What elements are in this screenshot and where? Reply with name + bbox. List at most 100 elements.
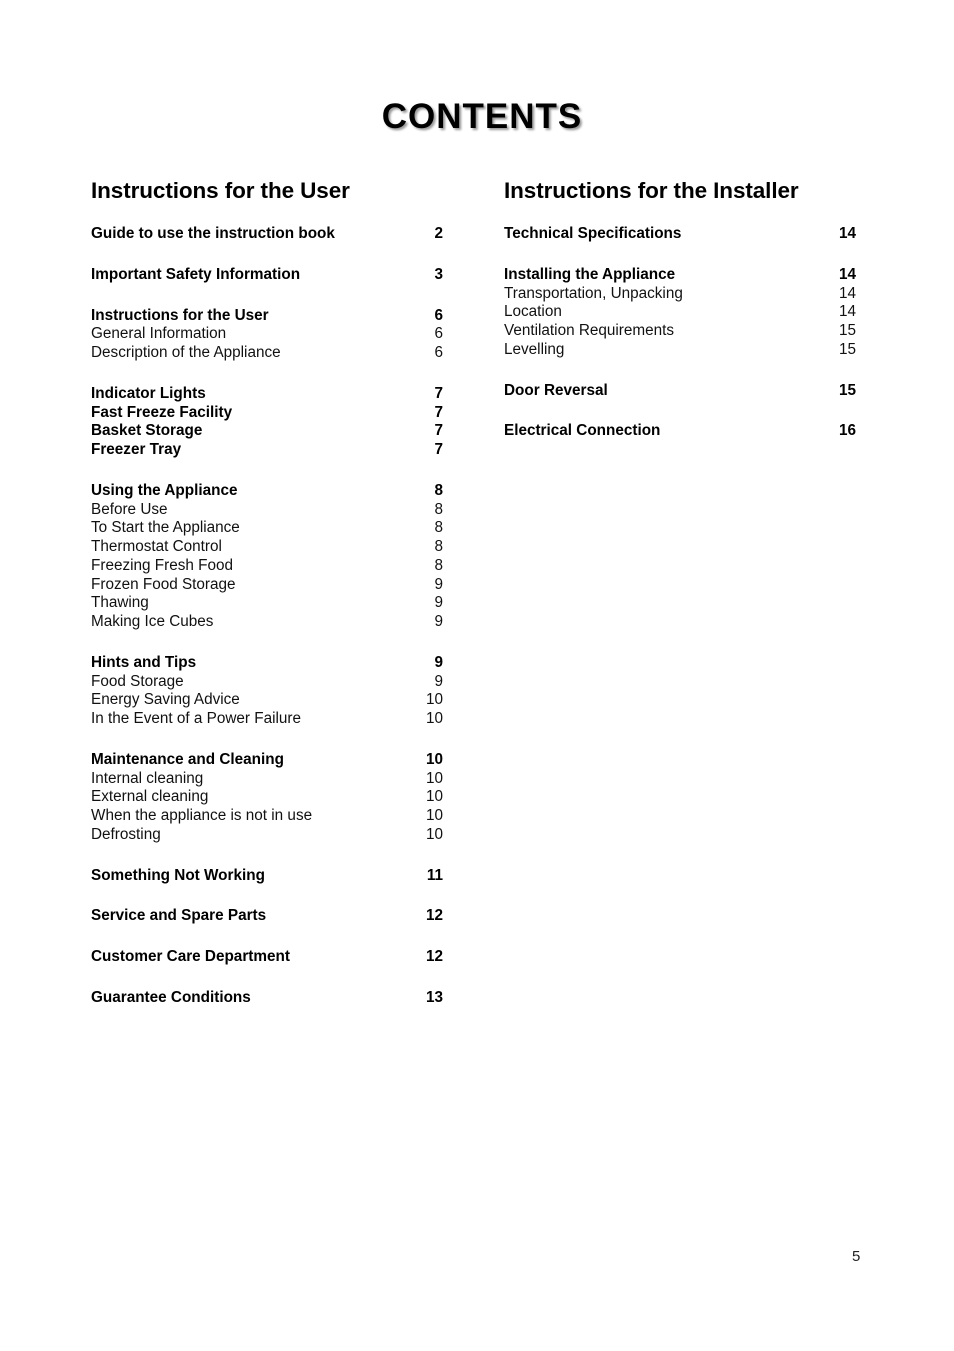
toc-entry-page: 7	[434, 384, 443, 402]
toc-section-entry[interactable]: Electrical Connection 16	[504, 422, 856, 441]
toc-entry-label: Electrical Connection	[504, 422, 661, 440]
toc-section-entry[interactable]: Fast Freeze Facility 7	[91, 404, 443, 423]
toc-entry-page: 16	[838, 422, 856, 440]
toc-subsection-entry[interactable]: Making Ice Cubes 9	[91, 613, 443, 632]
toc-subsection-entry[interactable]: Thawing 9	[91, 594, 443, 613]
toc-entry-page: 9	[434, 594, 443, 612]
toc-group: Guide to use the instruction book 2	[91, 225, 443, 244]
toc-entry-page: 15	[838, 381, 856, 399]
toc-subsection-entry[interactable]: Defrosting 10	[91, 826, 443, 845]
toc-entry-page: 6	[434, 344, 443, 361]
toc-entry-label: Description of the Appliance	[91, 344, 281, 361]
toc-subsection-entry[interactable]: Frozen Food Storage 9	[91, 576, 443, 595]
toc-section-entry[interactable]: Technical Specifications 14	[504, 225, 856, 244]
toc-section-entry[interactable]: Guarantee Conditions 13	[91, 989, 443, 1008]
toc-subsection-entry[interactable]: Levelling 15	[504, 341, 856, 360]
toc-entry-label: Energy Saving Advice	[91, 691, 240, 709]
toc-subsection-entry[interactable]: Before Use 8	[91, 501, 443, 520]
toc-entry-label: Thawing	[91, 594, 149, 612]
toc-entry-page: 15	[838, 322, 856, 339]
toc-entry-page: 10	[425, 750, 443, 768]
toc-entry-page: 10	[425, 825, 443, 843]
toc-entry-label: Levelling	[504, 340, 565, 358]
toc-entry-label: Frozen Food Storage	[91, 575, 236, 593]
toc-subsection-entry[interactable]: Food Storage 9	[91, 673, 443, 692]
toc-entry-label: Ventilation Requirements	[504, 322, 675, 339]
toc-entry-page: 7	[434, 441, 443, 458]
toc-entry-page: 15	[838, 340, 856, 358]
toc-entry-page: 8	[434, 538, 443, 555]
toc-section-entry[interactable]: Basket Storage 7	[91, 422, 443, 441]
toc-entry-label: Guarantee Conditions	[91, 988, 251, 1006]
toc-subsection-entry[interactable]: Location 14	[504, 303, 856, 322]
toc-group: Customer Care Department 12	[91, 948, 443, 967]
toc-entry-page: 6	[434, 306, 443, 324]
toc-section-entry[interactable]: Guide to use the instruction book 2	[91, 225, 443, 244]
toc-subsection-entry[interactable]: Freezing Fresh Food 8	[91, 557, 443, 576]
toc-entry-label: Location	[504, 303, 562, 321]
toc-section-entry[interactable]: Customer Care Department 12	[91, 948, 443, 967]
toc-entry-page: 2	[434, 225, 443, 242]
toc-group: Instructions for the User 6 General Inform…	[91, 307, 443, 363]
toc-section-entry[interactable]: Hints and Tips 9	[91, 654, 443, 673]
toc-entry-page: 13	[425, 988, 443, 1006]
toc-section-entry[interactable]: Using the Appliance 8	[91, 482, 443, 501]
page-title: CONTENTS	[381, 97, 583, 136]
toc-group: Door Reversal 15	[504, 382, 856, 401]
toc-section-entry[interactable]: Maintenance and Cleaning 10	[91, 751, 443, 770]
toc-entry-label: Basket Storage	[91, 422, 203, 440]
toc-subsection-entry[interactable]: External cleaning 10	[91, 788, 443, 807]
column-heading: Instructions for the User	[91, 178, 350, 203]
toc-group: Maintenance and Cleaning 10 Internal clean…	[91, 751, 443, 845]
toc-subsection-entry[interactable]: Transportation, Unpacking 14	[504, 285, 856, 304]
toc-subsection-entry[interactable]: Description of the Appliance 6	[91, 344, 443, 363]
toc-section-entry[interactable]: Instructions for the User 6	[91, 307, 443, 326]
toc-subsection-entry[interactable]: In the Event of a Power Failure 10	[91, 710, 443, 729]
toc-group: Hints and Tips 9 Food Storage 9 Energy Savin…	[91, 654, 443, 729]
toc-entry-label: Something Not Working	[91, 866, 265, 884]
toc-group: Using the Appliance 8 Before Use 8 To Start …	[91, 482, 443, 632]
toc-entry-label: Hints and Tips	[91, 653, 197, 671]
user-instructions-column: Instructions for the User Guide to use t…	[91, 176, 443, 1030]
toc-subsection-entry[interactable]: Energy Saving Advice 10	[91, 691, 443, 710]
toc-section-entry[interactable]: Door Reversal 15	[504, 382, 856, 401]
toc-section-entry[interactable]: Installing the Appliance 14	[504, 266, 856, 285]
toc-entry-page: 11	[426, 866, 443, 884]
toc-section-entry[interactable]: Service and Spare Parts 12	[91, 907, 443, 926]
toc-entry-page: 7	[434, 422, 443, 440]
toc-section-entry[interactable]: Something Not Working 11	[91, 867, 443, 886]
toc-group: Something Not Working 11	[91, 867, 443, 886]
toc-subsection-entry[interactable]: Ventilation Requirements 15	[504, 322, 856, 341]
toc-groups: Technical Specifications 14 Installing the…	[504, 225, 856, 441]
toc-entry-page: 9	[434, 672, 443, 690]
toc-subsection-entry[interactable]: Thermostat Control 8	[91, 538, 443, 557]
toc-entry-label: Guide to use the instruction book	[91, 225, 335, 242]
installer-instructions-column: Instructions for the Installer Technical…	[504, 176, 856, 463]
toc-group: Technical Specifications 14	[504, 225, 856, 244]
toc-entry-label: Installing the Appliance	[504, 265, 676, 283]
toc-entry-page: 6	[434, 325, 443, 343]
toc-group: Indicator Lights 7 Fast Freeze Facility 7 Ba…	[91, 385, 443, 460]
toc-section-entry[interactable]: Important Safety Information 3	[91, 266, 443, 285]
toc-entry-page: 14	[838, 265, 856, 283]
toc-section-entry[interactable]: Freezer Tray 7	[91, 441, 443, 460]
toc-entry-label: External cleaning	[91, 788, 209, 806]
page-number: 5	[852, 1248, 861, 1265]
toc-entry-page: 10	[425, 769, 443, 787]
toc-entry-label: Thermostat Control	[91, 538, 222, 555]
toc-section-entry[interactable]: Indicator Lights 7	[91, 385, 443, 404]
toc-groups: Guide to use the instruction book 2 Import…	[91, 225, 443, 1008]
toc-subsection-entry[interactable]: To Start the Appliance 8	[91, 519, 443, 538]
toc-entry-label: Transportation, Unpacking	[504, 284, 683, 302]
toc-entry-label: Freezer Tray	[91, 441, 182, 458]
toc-entry-label: Service and Spare Parts	[91, 907, 267, 925]
toc-entry-page: 14	[838, 303, 856, 321]
toc-group: Electrical Connection 16	[504, 422, 856, 441]
toc-subsection-entry[interactable]: Internal cleaning 10	[91, 770, 443, 789]
toc-subsection-entry[interactable]: General Information 6	[91, 325, 443, 344]
toc-entry-page: 9	[434, 613, 443, 630]
toc-entry-label: Freezing Fresh Food	[91, 556, 233, 574]
toc-entry-label: Food Storage	[91, 672, 184, 690]
toc-entry-page: 9	[434, 653, 443, 671]
toc-subsection-entry[interactable]: When the appliance is not in use 10	[91, 807, 443, 826]
